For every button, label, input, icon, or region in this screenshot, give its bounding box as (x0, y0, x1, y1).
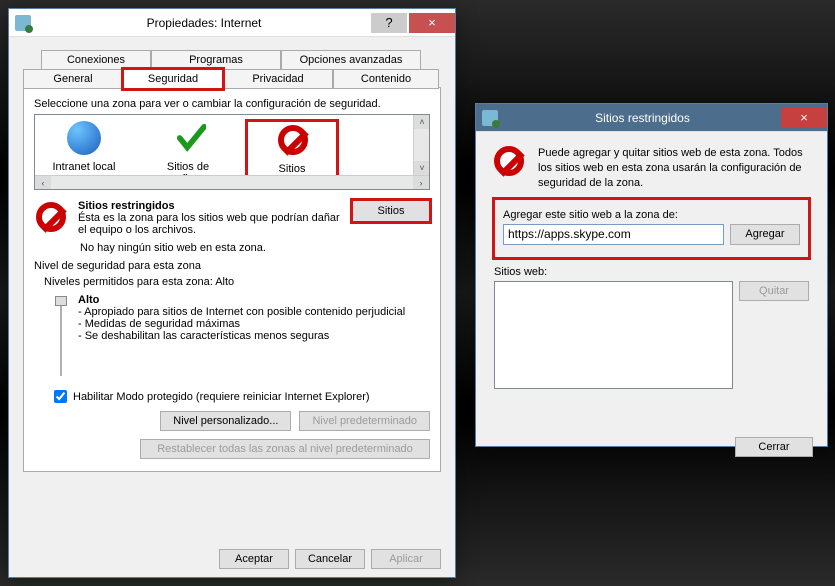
protected-mode-label: Habilitar Modo protegido (requiere reini… (73, 391, 370, 403)
add-site-label: Agregar este sitio web a la zona de: (503, 209, 800, 221)
sites-list-label: Sitios web: (494, 266, 809, 278)
titlebar[interactable]: Sitios restringidos × (476, 104, 827, 132)
scroll-left-button[interactable]: ‹ (35, 176, 51, 190)
tab-container: Conexiones Programas Opciones avanzadas … (23, 49, 441, 472)
internet-properties-dialog: Propiedades: Internet ? × Conexiones Pro… (8, 8, 456, 578)
default-level-button: Nivel predeterminado (299, 411, 430, 431)
protected-mode-row[interactable]: Habilitar Modo protegido (requiere reini… (54, 390, 430, 403)
cancel-button[interactable]: Cancelar (295, 549, 365, 569)
allowed-levels: Niveles permitidos para esta zona: Alto (44, 276, 430, 288)
scrollbar-vertical[interactable]: ˄ ˅ (413, 115, 429, 175)
add-button[interactable]: Agregar (730, 224, 800, 245)
tab-general[interactable]: General (23, 69, 123, 89)
level-bullet: - Se deshabilitan las características me… (78, 330, 430, 342)
scroll-down-button[interactable]: ˅ (414, 161, 430, 175)
sites-button[interactable]: Sitios (352, 200, 430, 222)
close-button[interactable]: × (781, 108, 827, 128)
dialog-footer: Aceptar Cancelar Aplicar (219, 549, 441, 569)
globe-icon (67, 121, 101, 155)
no-entry-icon (494, 146, 528, 180)
window-title: Propiedades: Internet (39, 16, 369, 30)
ok-button[interactable]: Aceptar (219, 549, 289, 569)
security-tab-panel: Seleccione una zona para ver o cambiar l… (23, 87, 441, 472)
zone-desc-body: Ésta es la zona para los sitios web que … (78, 212, 344, 236)
zone-label: Intranet local (39, 161, 129, 173)
tab-content[interactable]: Contenido (333, 69, 439, 89)
checkmark-icon (176, 123, 206, 156)
restricted-zone-icon (34, 200, 70, 236)
tab-advanced[interactable]: Opciones avanzadas (281, 50, 421, 70)
tab-security[interactable]: Seguridad (123, 69, 223, 89)
level-bullet: - Medidas de seguridad máximas (78, 318, 430, 330)
no-entry-icon (278, 125, 308, 155)
reset-all-zones-button: Restablecer todas las zonas al nivel pre… (140, 439, 430, 459)
close-button[interactable]: × (409, 13, 455, 33)
add-site-highlight: Agregar este sitio web a la zona de: Agr… (492, 197, 811, 260)
custom-level-button[interactable]: Nivel personalizado... (160, 411, 291, 431)
internet-options-icon (482, 110, 498, 126)
close-dialog-button[interactable]: Cerrar (735, 437, 813, 457)
level-bullet: - Apropiado para sitios de Internet con … (78, 306, 430, 318)
remove-button: Quitar (739, 281, 809, 301)
window-title: Sitios restringidos (506, 111, 779, 125)
zone-empty-note: No hay ningún sitio web en esta zona. (80, 242, 430, 254)
dialog-body: Puede agregar y quitar sitios web de est… (476, 132, 827, 465)
sec-level-label: Nivel de seguridad para esta zona (34, 260, 430, 272)
tab-programs[interactable]: Programas (151, 50, 281, 70)
level-name: Alto (78, 294, 430, 306)
zone-select-label: Seleccione una zona para ver o cambiar l… (34, 98, 430, 110)
scrollbar-horizontal[interactable]: ‹ › (35, 175, 429, 189)
zone-list: Intranet local Sitios de confianza Sitio… (34, 114, 430, 190)
titlebar[interactable]: Propiedades: Internet ? × (9, 9, 455, 37)
protected-mode-checkbox[interactable] (54, 390, 67, 403)
apply-button: Aplicar (371, 549, 441, 569)
zone-desc-title: Sitios restringidos (78, 200, 175, 212)
add-site-input[interactable] (503, 224, 724, 245)
security-level-slider[interactable] (54, 294, 68, 380)
scroll-up-button[interactable]: ˄ (414, 115, 430, 129)
internet-options-icon (15, 15, 31, 31)
tab-privacy[interactable]: Privacidad (223, 69, 333, 89)
scroll-right-button[interactable]: › (413, 176, 429, 190)
dialog-body: Conexiones Programas Opciones avanzadas … (9, 37, 455, 480)
restricted-msg: Puede agregar y quitar sitios web de est… (538, 146, 809, 191)
help-button[interactable]: ? (371, 13, 407, 33)
restricted-sites-dialog: Sitios restringidos × Puede agregar y qu… (475, 103, 828, 447)
sites-listbox[interactable] (494, 281, 733, 389)
tab-connections[interactable]: Conexiones (41, 50, 151, 70)
